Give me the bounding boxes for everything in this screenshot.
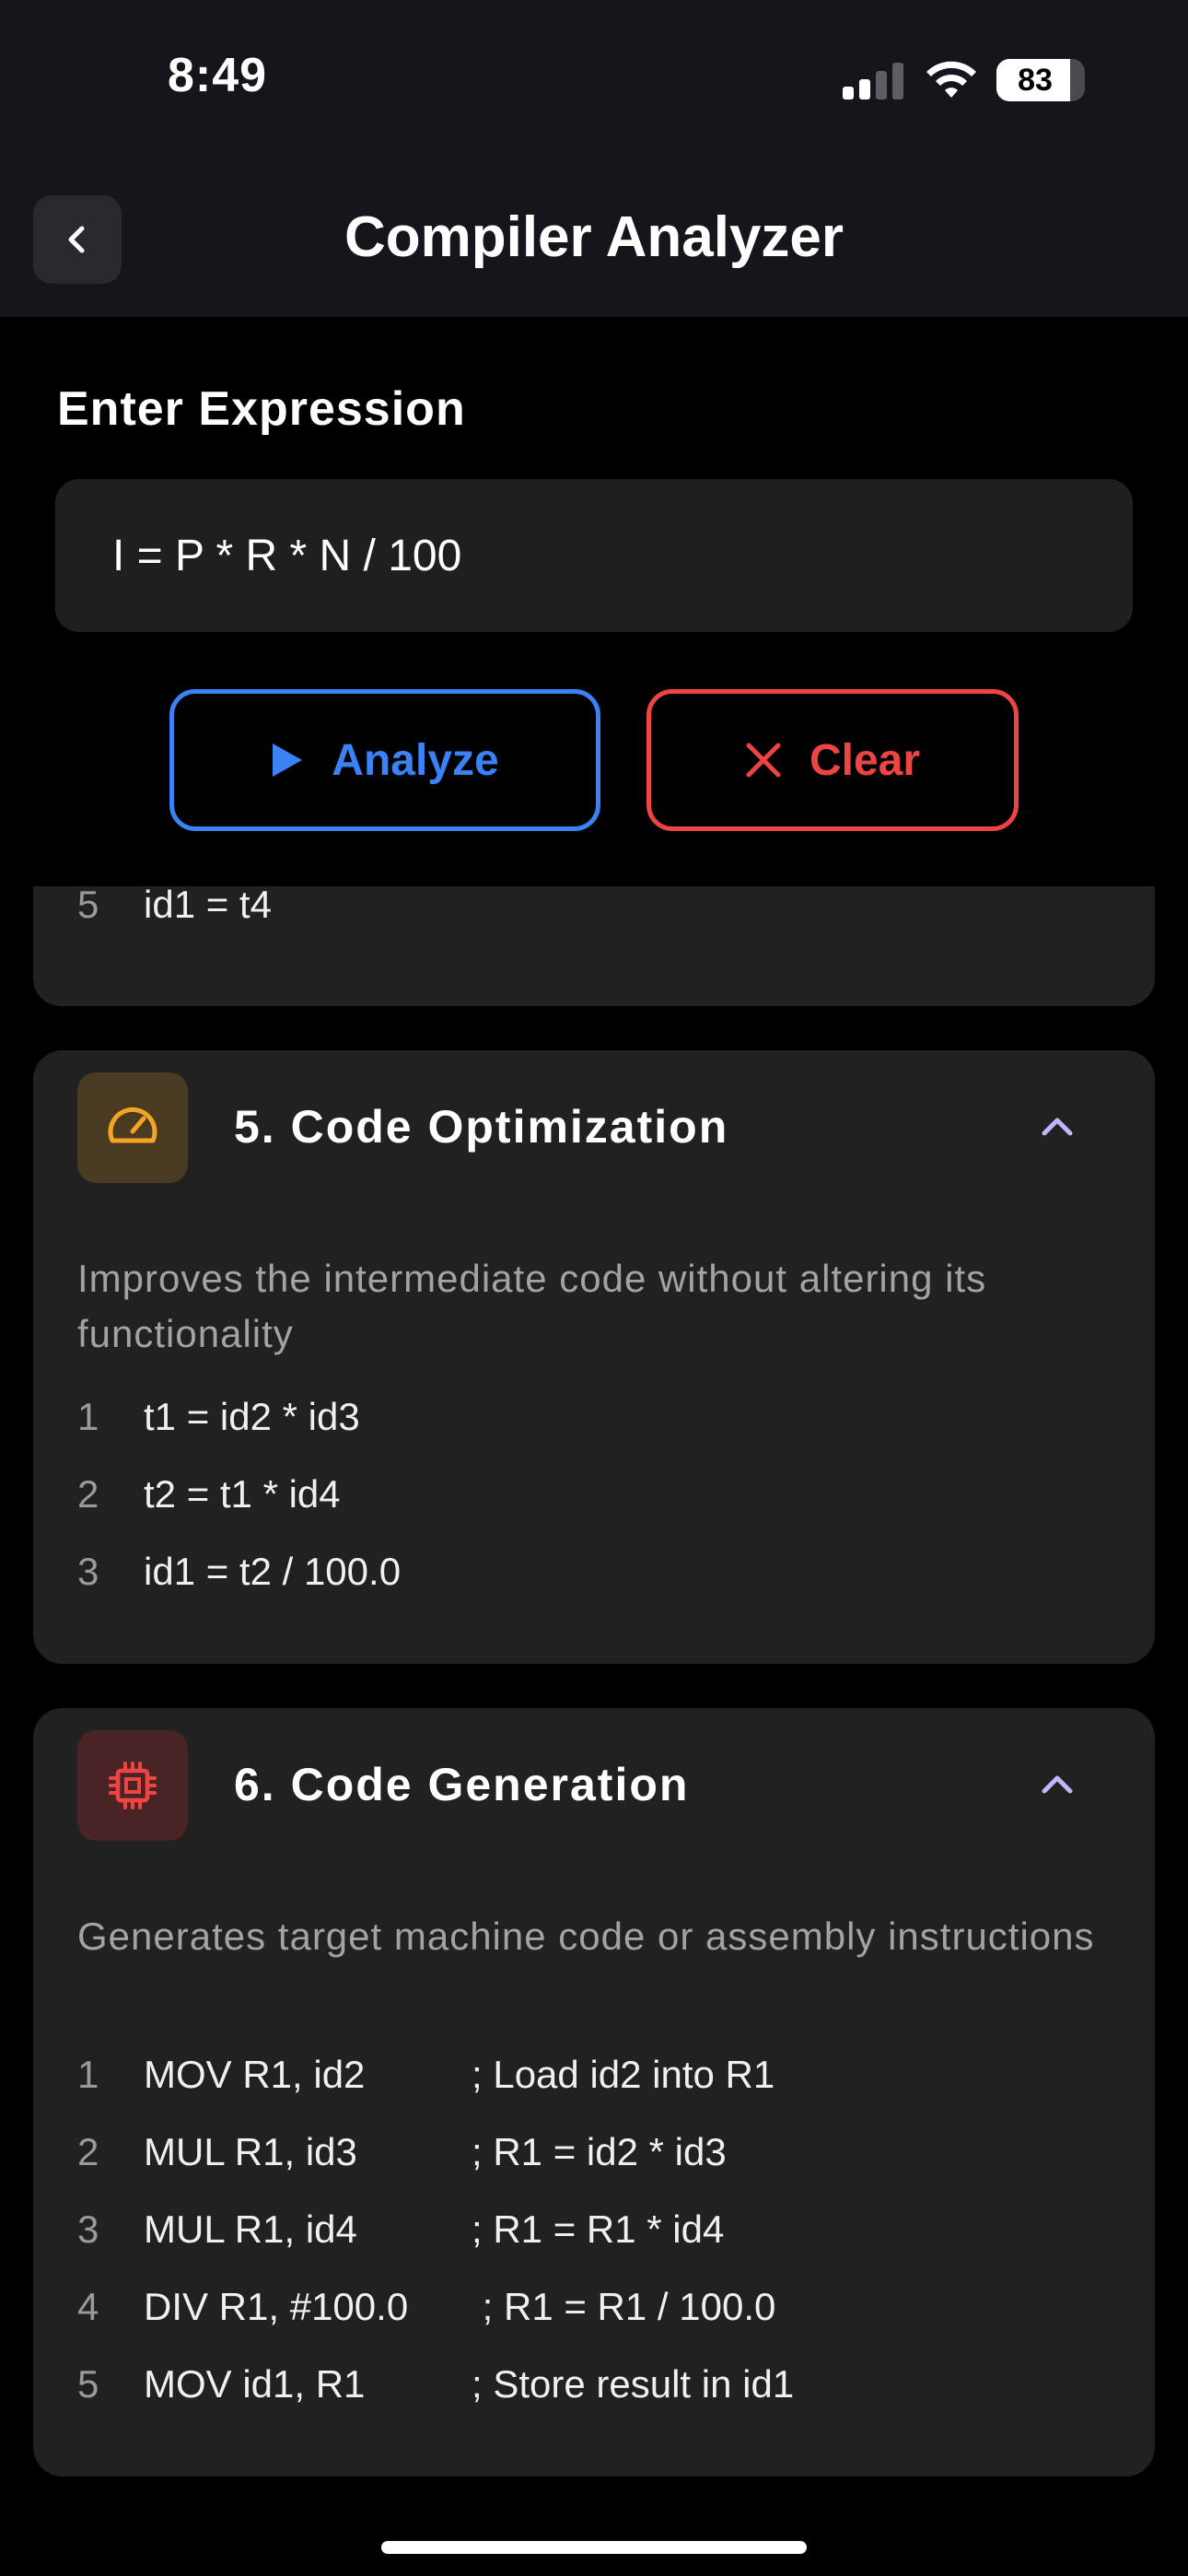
code-lines: 5 id1 = t4 [77,866,272,943]
wifi-icon [926,61,976,98]
card-description: Improves the intermediate code without a… [77,1257,987,1355]
assembly-line: 1 MOV R1, id2 ; Load id2 into R1 [77,2036,794,2113]
clear-label: Clear [809,735,921,785]
expression-label: Enter Expression [57,382,466,436]
analyze-label: Analyze [332,735,499,785]
card-title: 5. Code Optimization [234,1101,729,1153]
line-number: 2 [77,1472,99,1516]
instruction: MOV id1, R1 [144,2362,366,2406]
chevron-up-icon[interactable] [1039,1111,1076,1139]
battery-terminal [1077,72,1083,88]
instruction-comment: ; Load id2 into R1 [472,2053,775,2096]
line-code: t2 = t1 * id4 [144,1472,341,1516]
line-number: 5 [77,2362,99,2406]
intermediate-code-card: 5 id1 = t4 [33,883,1155,1006]
line-number: 5 [77,883,99,926]
expression-input[interactable] [55,479,1133,632]
assembly-line: 5 MOV id1, R1 ; Store result in id1 [77,2346,794,2423]
code-lines: 1 t1 = id2 * id3 2 t2 = t1 * id4 3 id1 =… [77,1378,401,1610]
code-line: 3 id1 = t2 / 100.0 [77,1533,401,1610]
clear-button[interactable]: Clear [646,689,1019,831]
line-number: 2 [77,2130,99,2173]
assembly-lines: 1 MOV R1, id2 ; Load id2 into R1 2 MUL R… [77,2036,794,2423]
battery-icon: 83 [996,59,1085,101]
line-number: 1 [77,1395,99,1438]
assembly-line: 3 MUL R1, id4 ; R1 = R1 * id4 [77,2191,794,2268]
line-code: t1 = id2 * id3 [144,1395,360,1438]
line-number: 4 [77,2285,99,2328]
code-generation-card: 6. Code Generation Generates target mach… [33,1708,1155,2476]
cpu-chip-icon [77,1730,188,1841]
battery-percent: 83 [1018,63,1053,98]
speedometer-icon [77,1072,188,1183]
cellular-signal-icon [843,63,903,100]
line-number: 3 [77,2207,99,2251]
app-header: 8:49 83 Compiler Analyzer [0,0,1188,317]
line-code: id1 = t4 [144,883,272,926]
chevron-up-icon[interactable] [1039,1769,1076,1797]
instruction-comment: ; R1 = R1 * id4 [472,2207,725,2251]
page-title: Compiler Analyzer [344,205,844,269]
status-time: 8:49 [168,49,268,102]
card-title: 6. Code Generation [234,1759,690,1810]
instruction: MOV R1, id2 [144,2053,366,2096]
close-icon [746,743,781,778]
instruction: DIV R1, #100.0 [144,2285,409,2328]
assembly-line: 4 DIV R1, #100.0 ; R1 = R1 / 100.0 [77,2268,794,2346]
line-number: 1 [77,2053,99,2096]
code-line: 5 id1 = t4 [77,866,272,943]
code-line: 2 t2 = t1 * id4 [77,1456,401,1533]
code-optimization-card: 5. Code Optimization Improves the interm… [33,1050,1155,1664]
line-code: id1 = t2 / 100.0 [144,1550,402,1593]
analyze-button[interactable]: Analyze [169,689,600,831]
instruction: MUL R1, id3 [144,2130,357,2173]
instruction-comment: ; R1 = R1 / 100.0 [472,2285,776,2328]
assembly-line: 2 MUL R1, id3 ; R1 = id2 * id3 [77,2113,794,2191]
card-description: Generates target machine code or assembl… [77,1914,1095,1958]
instruction-comment: ; Store result in id1 [472,2362,795,2406]
instruction: MUL R1, id4 [144,2207,357,2251]
instruction-comment: ; R1 = id2 * id3 [472,2130,727,2173]
line-number: 3 [77,1550,99,1593]
code-line: 1 t1 = id2 * id3 [77,1378,401,1456]
play-icon [273,744,303,777]
home-indicator[interactable] [381,2541,807,2554]
